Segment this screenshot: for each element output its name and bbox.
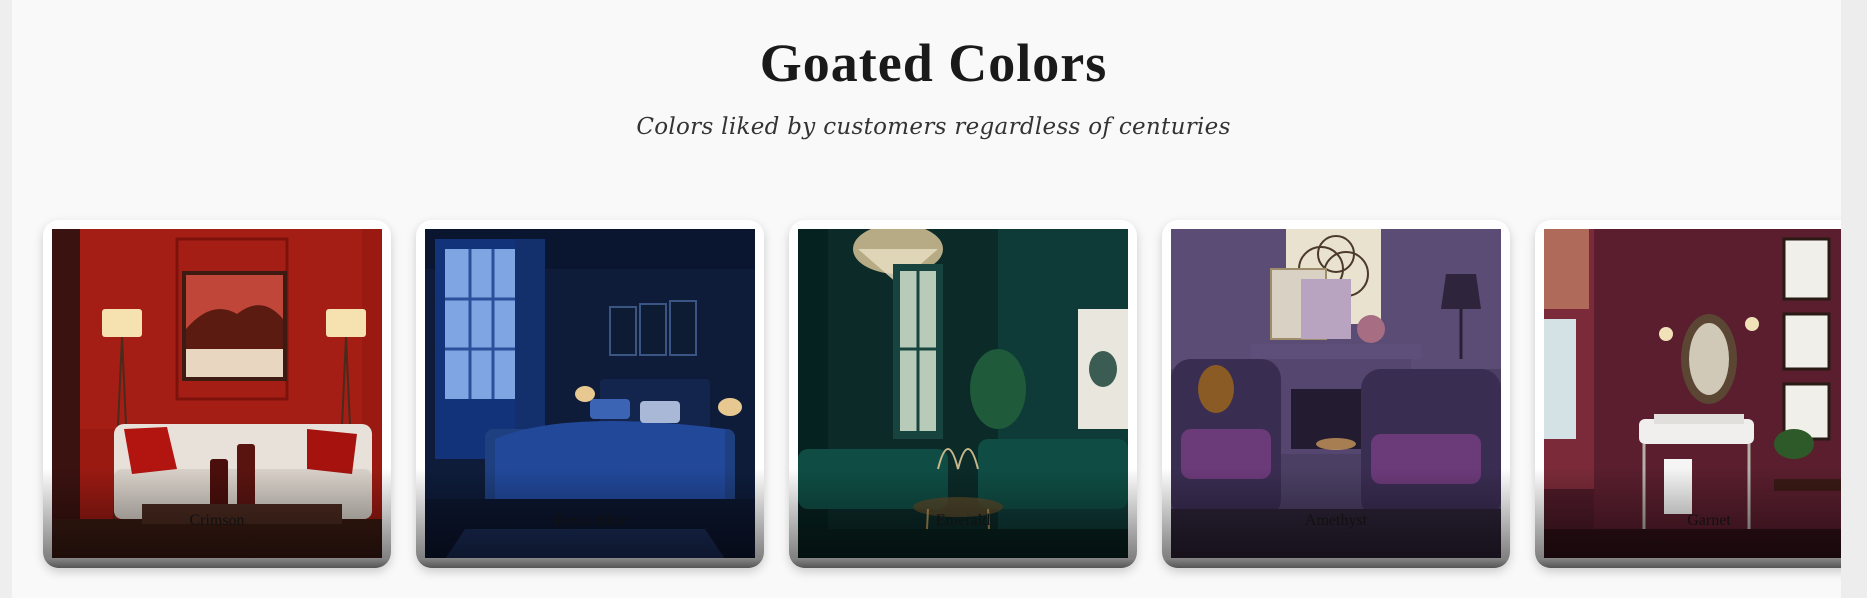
color-card-garnet[interactable]: Garnet [1535, 220, 1841, 568]
card-label: Emerald [935, 512, 991, 529]
color-card-emerald[interactable]: Emerald [789, 220, 1137, 568]
color-gallery: Crimson Royal Blue Emerald Amethyst Garn… [0, 0, 1841, 598]
color-card-crimson[interactable]: Crimson [43, 220, 391, 568]
color-card-amethyst[interactable]: Amethyst [1162, 220, 1510, 568]
card-bottom-edge [43, 558, 391, 568]
card-bottom-edge [1162, 558, 1510, 568]
card-bottom-edge [789, 558, 1137, 568]
card-label: Crimson [189, 512, 245, 529]
card-bottom-edge [416, 558, 764, 568]
card-label: Garnet [1687, 512, 1731, 529]
scrollbar-track[interactable] [1841, 0, 1867, 598]
card-label: Royal Blue [553, 512, 627, 529]
card-bottom-edge [1535, 558, 1841, 568]
color-card-royal-blue[interactable]: Royal Blue [416, 220, 764, 568]
card-label: Amethyst [1304, 512, 1368, 529]
